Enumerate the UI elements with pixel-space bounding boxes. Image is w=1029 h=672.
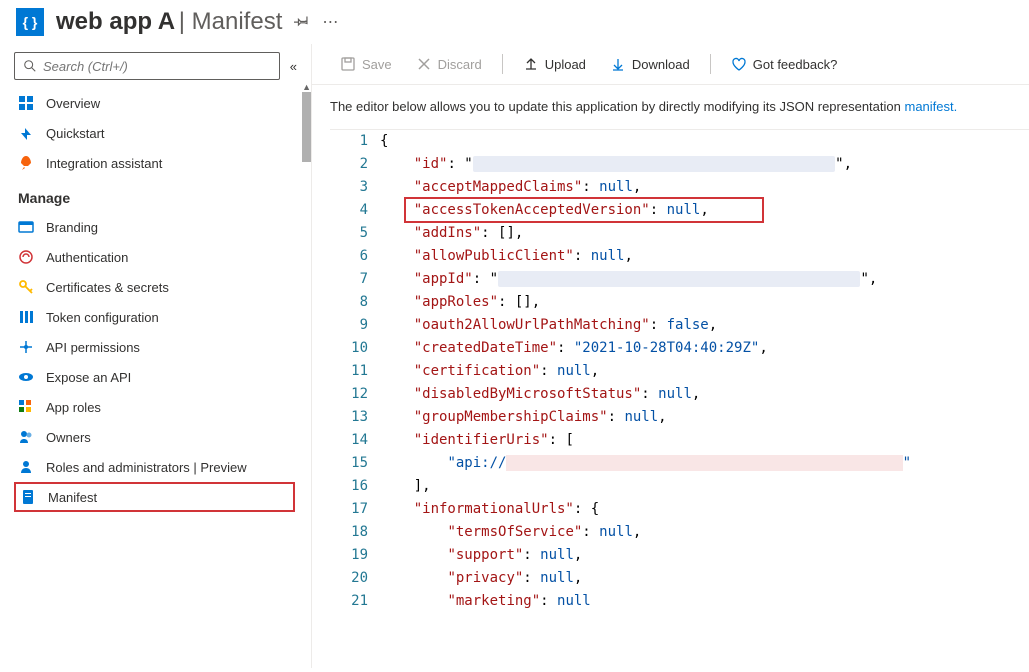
roles-icon — [18, 459, 34, 475]
scroll-up-icon[interactable]: ▲ — [302, 82, 311, 92]
key-icon — [18, 279, 34, 295]
sidebar-item-api-permissions[interactable]: API permissions — [0, 332, 309, 362]
nav-section-manage: Manage — [0, 178, 309, 212]
save-icon — [340, 56, 356, 72]
main-content: Save Discard Upload Download Got feedbac… — [312, 44, 1029, 668]
quickstart-icon — [18, 125, 34, 141]
sidebar-item-label: Token configuration — [46, 310, 291, 325]
sidebar-item-owners[interactable]: Owners — [0, 422, 309, 452]
line-gutter: 123456789101112131415161718192021 — [330, 130, 380, 669]
code-content[interactable]: { "id": "xxxxxxxxxxxxxxxxxxxxxxxxxxxxxxx… — [380, 130, 1029, 669]
sidebar-item-integration[interactable]: Integration assistant — [0, 148, 309, 178]
toolbar: Save Discard Upload Download Got feedbac… — [312, 44, 1029, 85]
heart-icon — [731, 56, 747, 72]
sidebar-item-label: Expose an API — [46, 370, 291, 385]
sidebar-item-authentication[interactable]: Authentication — [0, 242, 309, 272]
rocket-icon — [18, 155, 34, 171]
sidebar-item-label: Owners — [46, 430, 291, 445]
sidebar-item-overview[interactable]: Overview — [0, 88, 309, 118]
sidebar-item-token-config[interactable]: Token configuration — [0, 302, 309, 332]
sidebar-item-label: App roles — [46, 400, 291, 415]
sidebar-item-expose-api[interactable]: Expose an API — [0, 362, 309, 392]
sidebar-nav: Overview Quickstart Integration assistan… — [0, 88, 311, 668]
toolbar-separator — [502, 54, 503, 74]
sidebar-item-manifest[interactable]: Manifest — [14, 482, 295, 512]
page-title: web app A | Manifest — [56, 8, 282, 36]
branding-icon — [18, 219, 34, 235]
sidebar: « ▲ Overview Quickstart Integration assi… — [0, 44, 312, 668]
sidebar-item-app-roles[interactable]: App roles — [0, 392, 309, 422]
sidebar-item-label: Roles and administrators | Preview — [46, 460, 291, 475]
sidebar-item-label: Manifest — [48, 490, 289, 505]
upload-button[interactable]: Upload — [513, 52, 596, 76]
auth-icon — [18, 249, 34, 265]
sidebar-item-roles-admins[interactable]: Roles and administrators | Preview — [0, 452, 309, 482]
discard-icon — [416, 56, 432, 72]
sidebar-item-label: Overview — [46, 96, 291, 111]
sidebar-item-label: Integration assistant — [46, 156, 291, 171]
json-editor[interactable]: 123456789101112131415161718192021 { "id"… — [330, 129, 1029, 669]
search-input[interactable] — [14, 52, 280, 80]
manifest-doc-link[interactable]: manifest. — [904, 99, 957, 114]
manifest-icon — [20, 489, 36, 505]
sidebar-item-label: API permissions — [46, 340, 291, 355]
download-button[interactable]: Download — [600, 52, 700, 76]
pin-icon[interactable] — [294, 12, 310, 33]
overview-icon — [18, 95, 34, 111]
api-perm-icon — [18, 339, 34, 355]
token-icon — [18, 309, 34, 325]
more-icon[interactable]: ⋯ — [322, 12, 338, 32]
sidebar-item-label: Quickstart — [46, 126, 291, 141]
search-icon — [23, 59, 37, 73]
save-button[interactable]: Save — [330, 52, 402, 76]
page-header: { } web app A | Manifest ⋯ — [0, 0, 1029, 44]
approles-icon — [18, 399, 34, 415]
scrollbar-thumb[interactable] — [302, 92, 311, 162]
feedback-button[interactable]: Got feedback? — [721, 52, 848, 76]
sidebar-item-quickstart[interactable]: Quickstart — [0, 118, 309, 148]
owners-icon — [18, 429, 34, 445]
upload-icon — [523, 56, 539, 72]
download-icon — [610, 56, 626, 72]
toolbar-separator — [710, 54, 711, 74]
sidebar-item-label: Branding — [46, 220, 291, 235]
sidebar-item-label: Authentication — [46, 250, 291, 265]
search-field[interactable] — [43, 59, 271, 74]
app-icon: { } — [16, 8, 44, 36]
collapse-sidebar-icon[interactable]: « — [290, 59, 297, 74]
sidebar-item-label: Certificates & secrets — [46, 280, 291, 295]
sidebar-item-branding[interactable]: Branding — [0, 212, 309, 242]
description-text: The editor below allows you to update th… — [312, 85, 1029, 129]
discard-button[interactable]: Discard — [406, 52, 492, 76]
sidebar-item-certificates[interactable]: Certificates & secrets — [0, 272, 309, 302]
expose-icon — [18, 369, 34, 385]
